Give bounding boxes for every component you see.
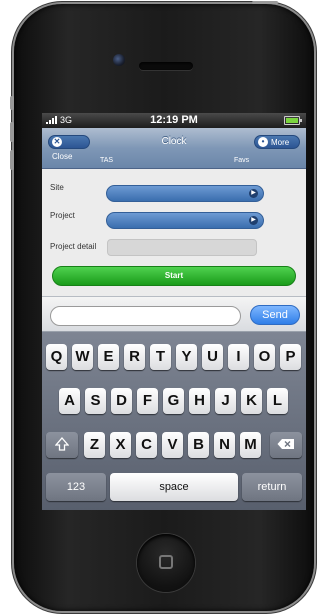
status-bar: 3G 12:19 PM xyxy=(42,113,306,128)
navigation-bar: ✕Close Clock • More TAS Favs xyxy=(42,128,306,169)
site-label: Site xyxy=(50,183,64,192)
shift-key[interactable] xyxy=(46,432,78,458)
key-w[interactable]: W xyxy=(72,344,93,370)
key-l[interactable]: L xyxy=(267,388,288,414)
mute-switch xyxy=(10,96,14,110)
key-r[interactable]: R xyxy=(124,344,145,370)
more-label: More xyxy=(271,138,290,147)
home-square-icon xyxy=(159,555,173,569)
start-button[interactable]: Start xyxy=(52,266,296,286)
key-a[interactable]: A xyxy=(59,388,80,414)
key-p[interactable]: P xyxy=(280,344,301,370)
project-label: Project xyxy=(50,211,75,220)
phone-screen: 3G 12:19 PM ✕Close Clock • More TAS Favs … xyxy=(42,113,306,510)
backspace-key[interactable] xyxy=(270,432,302,458)
key-q[interactable]: Q xyxy=(46,344,67,370)
volume-down-button xyxy=(10,150,14,170)
key-e[interactable]: E xyxy=(98,344,119,370)
status-time: 12:19 PM xyxy=(150,114,198,126)
key-u[interactable]: U xyxy=(202,344,223,370)
shift-icon xyxy=(54,437,70,451)
more-icon: • xyxy=(258,137,268,147)
key-y[interactable]: Y xyxy=(176,344,197,370)
earpiece-speaker xyxy=(139,62,193,70)
backspace-icon xyxy=(277,439,294,449)
site-select[interactable]: ▶ xyxy=(106,185,264,202)
message-bar: Send xyxy=(42,296,306,332)
front-camera-icon xyxy=(113,54,125,66)
key-i[interactable]: I xyxy=(228,344,249,370)
tab-favs[interactable]: Favs xyxy=(234,157,249,164)
key-m[interactable]: M xyxy=(240,432,261,458)
project-detail-label: Project detail xyxy=(50,242,97,251)
clock-form: Site ▶ Project ▶ Project detail Start xyxy=(42,169,306,296)
numbers-key[interactable]: 123 xyxy=(46,473,106,501)
chevron-right-icon: ▶ xyxy=(249,189,258,198)
key-h[interactable]: H xyxy=(189,388,210,414)
tab-tas[interactable]: TAS xyxy=(100,157,113,164)
message-input[interactable] xyxy=(50,306,241,326)
key-s[interactable]: S xyxy=(85,388,106,414)
key-x[interactable]: X xyxy=(110,432,131,458)
key-n[interactable]: N xyxy=(214,432,235,458)
project-detail-field[interactable] xyxy=(107,239,257,256)
send-button[interactable]: Send xyxy=(250,305,300,325)
chevron-right-icon: ▶ xyxy=(249,216,258,225)
key-z[interactable]: Z xyxy=(84,432,105,458)
key-c[interactable]: C xyxy=(136,432,157,458)
battery-icon xyxy=(284,116,302,125)
key-v[interactable]: V xyxy=(162,432,183,458)
more-button[interactable]: • More xyxy=(254,135,300,149)
key-o[interactable]: O xyxy=(254,344,275,370)
close-label: Close xyxy=(52,152,73,161)
key-f[interactable]: F xyxy=(137,388,158,414)
keyboard: QWERTYUIOP ASDFGHJKL ZXCVBNM 123 space r… xyxy=(42,332,306,510)
key-d[interactable]: D xyxy=(111,388,132,414)
project-select[interactable]: ▶ xyxy=(106,212,264,229)
key-j[interactable]: J xyxy=(215,388,236,414)
key-k[interactable]: K xyxy=(241,388,262,414)
return-key[interactable]: return xyxy=(242,473,302,501)
space-key[interactable]: space xyxy=(110,473,238,501)
key-b[interactable]: B xyxy=(188,432,209,458)
key-g[interactable]: G xyxy=(163,388,184,414)
sleep-button xyxy=(252,1,278,4)
key-t[interactable]: T xyxy=(150,344,171,370)
volume-up-button xyxy=(10,122,14,142)
